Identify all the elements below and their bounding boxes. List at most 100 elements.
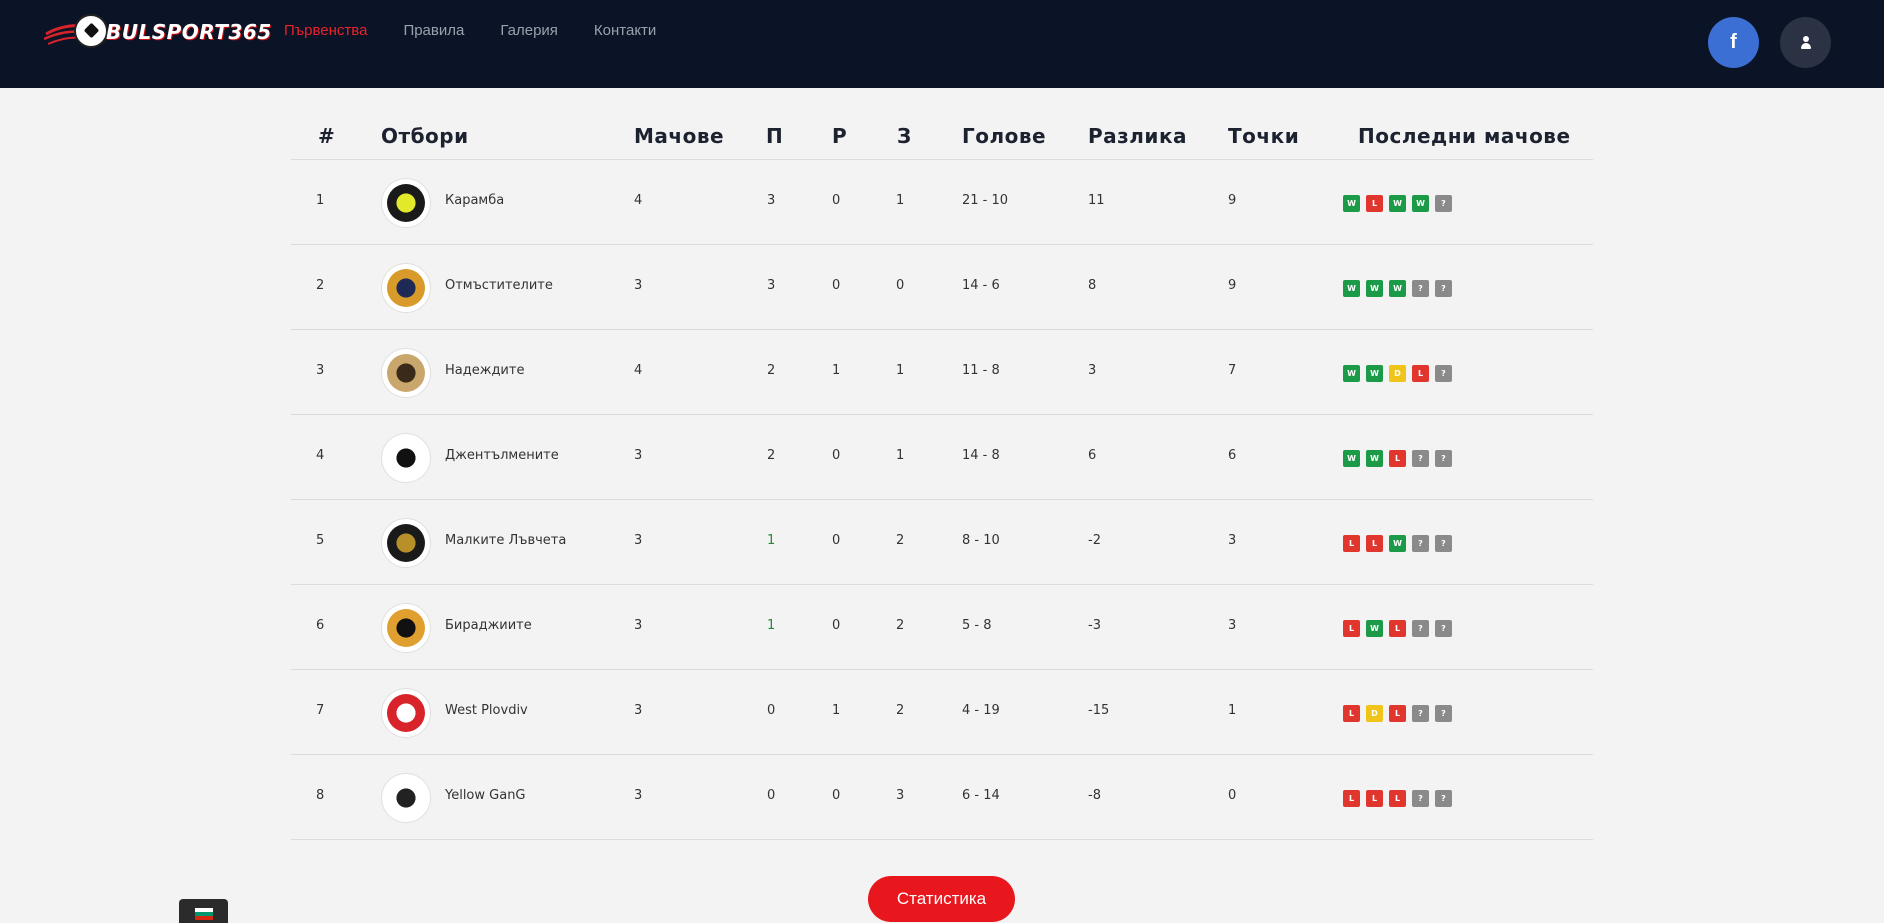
table-row[interactable]: 1 Карамба 4 3 0 1 21 - 10 11 9 W L W W? [291,160,1593,245]
cell-team-name[interactable]: Бираджиите [445,618,532,633]
cell-wins: 1 [767,618,776,633]
cell-difference: 8 [1088,278,1097,293]
match-result-badge[interactable]: W [1389,280,1406,297]
header-draws: Р [832,124,848,148]
header-losses: З [897,124,912,148]
cell-position: 2 [316,278,325,293]
match-result-badge[interactable]: ? [1435,195,1452,212]
table-row[interactable]: 6 Бираджиите 3 1 0 2 5 - 8 -3 3 L W L?? [291,585,1593,670]
cell-points: 7 [1228,363,1237,378]
match-result-badge[interactable]: W [1343,280,1360,297]
last-matches-form: W L W W? [1343,195,1458,212]
nav-gallery[interactable]: Галерия [500,22,558,39]
match-result-badge[interactable]: L [1343,790,1360,807]
cell-played: 4 [634,363,643,378]
header-last-matches: Последни мачове [1358,124,1571,148]
match-result-badge[interactable]: ? [1435,535,1452,552]
cell-points: 9 [1228,278,1237,293]
match-result-badge[interactable]: ? [1412,790,1429,807]
match-result-badge[interactable]: L [1389,790,1406,807]
user-icon [1799,35,1813,50]
table-row[interactable]: 3 Надеждите 4 2 1 1 11 - 8 3 7 W W D L? [291,330,1593,415]
match-result-badge[interactable]: W [1343,450,1360,467]
cell-position: 6 [316,618,325,633]
match-result-badge[interactable]: D [1366,705,1383,722]
match-result-badge[interactable]: W [1389,195,1406,212]
match-result-badge[interactable]: ? [1412,280,1429,297]
cell-team-name[interactable]: Карамба [445,193,504,208]
match-result-badge[interactable]: L [1366,195,1383,212]
cell-position: 7 [316,703,325,718]
cell-draws: 0 [832,618,841,633]
cell-difference: -3 [1088,618,1101,633]
match-result-badge[interactable]: L [1389,620,1406,637]
cell-difference: -8 [1088,788,1101,803]
match-result-badge[interactable]: L [1343,705,1360,722]
match-result-badge[interactable]: L [1366,790,1383,807]
nav-contacts[interactable]: Контакти [594,22,656,39]
cell-goals: 4 - 19 [962,703,1000,718]
match-result-badge[interactable]: ? [1435,790,1452,807]
match-result-badge[interactable]: ? [1435,620,1452,637]
match-result-badge[interactable]: L [1343,535,1360,552]
cell-team-name[interactable]: Yellow GanG [445,788,526,803]
site-header: BULSPORT365 Първенства Правила Галерия К… [0,0,1884,88]
match-result-badge[interactable]: D [1389,365,1406,382]
table-row[interactable]: 2 Отмъстителите 3 3 0 0 14 - 6 8 9 W W W?? [291,245,1593,330]
match-result-badge[interactable]: L [1343,620,1360,637]
cell-team-name[interactable]: Малките Лъвчета [445,533,566,548]
site-logo[interactable]: BULSPORT365 [44,12,271,52]
match-result-badge[interactable]: ? [1435,280,1452,297]
statistics-button[interactable]: Статистика [868,876,1015,922]
cell-wins: 0 [767,788,776,803]
soccer-ball-icon [74,14,108,48]
team-logo [381,518,431,568]
match-result-badge[interactable]: ? [1412,705,1429,722]
team-logo [381,178,431,228]
match-result-badge[interactable]: ? [1412,450,1429,467]
match-result-badge[interactable]: W [1343,365,1360,382]
cell-team-name[interactable]: Отмъстителите [445,278,553,293]
match-result-badge[interactable]: W [1389,535,1406,552]
cell-played: 3 [634,448,643,463]
table-row[interactable]: 5 Малките Лъвчета 3 1 0 2 8 - 10 -2 3 L L W?? [291,500,1593,585]
match-result-badge[interactable]: L [1389,450,1406,467]
team-logo [381,433,431,483]
match-result-badge[interactable]: ? [1435,705,1452,722]
last-matches-form: W W W?? [1343,280,1458,297]
cell-wins: 3 [767,193,776,208]
match-result-badge[interactable]: ? [1435,365,1452,382]
user-account-button[interactable] [1780,17,1831,68]
cell-played: 3 [634,703,643,718]
match-result-badge[interactable]: ? [1435,450,1452,467]
match-result-badge[interactable]: ? [1412,620,1429,637]
cell-team-name[interactable]: Джентълмените [445,448,559,463]
team-crest-icon [387,439,425,477]
nav-championships[interactable]: Първенства [284,22,367,39]
match-result-badge[interactable]: W [1366,365,1383,382]
table-row[interactable]: 4 Джентълмените 3 2 0 1 14 - 8 6 6 W W L?? [291,415,1593,500]
table-row[interactable]: 7 West Plovdiv 3 0 1 2 4 - 19 -15 1 L D L?? [291,670,1593,755]
team-crest-icon [387,184,425,222]
match-result-badge[interactable]: W [1343,195,1360,212]
cell-played: 3 [634,788,643,803]
match-result-badge[interactable]: W [1366,280,1383,297]
match-result-badge[interactable]: L [1389,705,1406,722]
match-result-badge[interactable]: L [1366,535,1383,552]
match-result-badge[interactable]: W [1366,450,1383,467]
cell-wins: 0 [767,703,776,718]
cell-points: 1 [1228,703,1237,718]
cell-team-name[interactable]: Надеждите [445,363,524,378]
match-result-badge[interactable]: W [1366,620,1383,637]
nav-rules[interactable]: Правила [403,22,464,39]
cell-team-name[interactable]: West Plovdiv [445,703,528,718]
cell-wins: 1 [767,533,776,548]
match-result-badge[interactable]: L [1412,365,1429,382]
table-row[interactable]: 8 Yellow GanG 3 0 0 3 6 - 14 -8 0 L L L?? [291,755,1593,840]
match-result-badge[interactable]: ? [1412,535,1429,552]
language-switcher[interactable] [179,899,228,923]
facebook-button[interactable]: f [1708,17,1759,68]
header-played: Мачове [634,124,725,148]
cell-goals: 21 - 10 [962,193,1009,208]
match-result-badge[interactable]: W [1412,195,1429,212]
